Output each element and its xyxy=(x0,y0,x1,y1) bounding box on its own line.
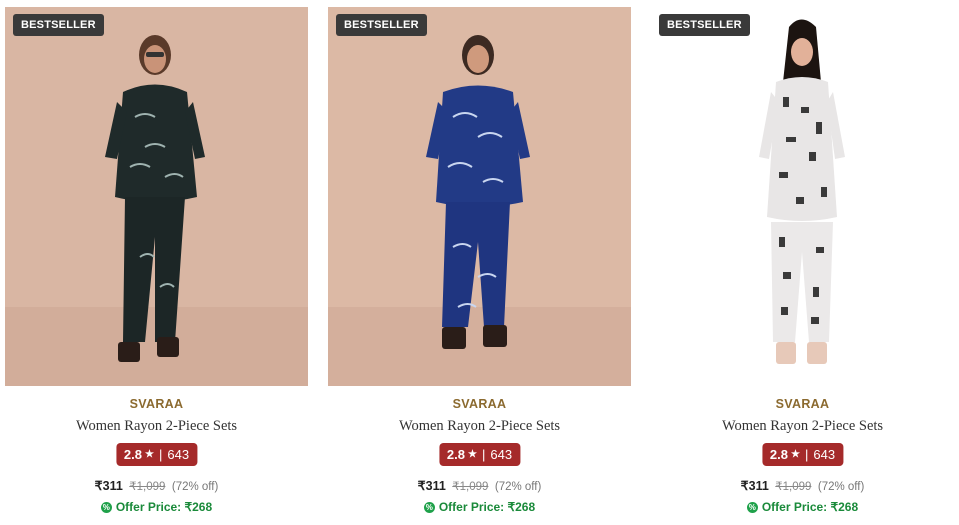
mrp-price: ₹1,099 xyxy=(775,481,812,493)
discount-text: (72% off) xyxy=(494,481,542,493)
discount-percent-icon: % xyxy=(100,501,112,513)
selling-price: ₹311 xyxy=(740,479,769,493)
rating-badge: 2.8 ★ | 643 xyxy=(115,443,198,466)
bestseller-badge: BESTSELLER xyxy=(13,14,104,36)
rating-badge: 2.8 ★ | 643 xyxy=(438,443,521,466)
rating-count: 643 xyxy=(167,447,190,462)
product-title[interactable]: Women Rayon 2-Piece Sets xyxy=(5,418,308,435)
discount-percent-icon: % xyxy=(746,501,758,513)
discount-text: (72% off) xyxy=(171,481,219,493)
offer-price-row: % Offer Price: ₹268 xyxy=(5,500,308,514)
discount-text: (72% off) xyxy=(817,481,865,493)
bestseller-badge: BESTSELLER xyxy=(659,14,750,36)
rating-value: 2.8 xyxy=(123,447,143,462)
product-brand: SVARAA xyxy=(452,397,507,411)
product-grid: BESTSELLER SVARAA Women Rayon 2-Piece Se… xyxy=(0,0,959,525)
bestseller-badge: BESTSELLER xyxy=(336,14,427,36)
rating-count: 643 xyxy=(490,447,513,462)
product-brand: SVARAA xyxy=(129,397,184,411)
selling-price: ₹311 xyxy=(94,479,123,493)
rating-value: 2.8 xyxy=(769,447,789,462)
rating-badge: 2.8 ★ | 643 xyxy=(761,443,844,466)
discount-percent-icon: % xyxy=(423,501,435,513)
product-brand: SVARAA xyxy=(775,397,830,411)
offer-price: Offer Price: ₹268 xyxy=(761,500,859,514)
star-icon: ★ xyxy=(468,449,477,460)
offer-price-row: % Offer Price: ₹268 xyxy=(651,500,954,514)
offer-price: Offer Price: ₹268 xyxy=(115,500,213,514)
product-title[interactable]: Women Rayon 2-Piece Sets xyxy=(328,418,631,435)
price-row: ₹311 ₹1,099 (72% off) xyxy=(651,478,954,493)
product-card[interactable]: BESTSELLER SVARAA Women Rayon 2-Piece Se… xyxy=(328,7,631,522)
offer-price-row: % Offer Price: ₹268 xyxy=(328,500,631,514)
price-row: ₹311 ₹1,099 (72% off) xyxy=(5,478,308,493)
mrp-price: ₹1,099 xyxy=(452,481,489,493)
star-icon: ★ xyxy=(791,449,800,460)
price-row: ₹311 ₹1,099 (72% off) xyxy=(328,478,631,493)
rating-separator: | xyxy=(158,447,163,462)
star-icon: ★ xyxy=(145,449,154,460)
selling-price: ₹311 xyxy=(417,479,446,493)
product-image[interactable]: BESTSELLER xyxy=(328,7,631,386)
rating-separator: | xyxy=(481,447,486,462)
product-image[interactable]: BESTSELLER xyxy=(651,7,954,386)
product-title[interactable]: Women Rayon 2-Piece Sets xyxy=(651,418,954,435)
rating-separator: | xyxy=(804,447,809,462)
rating-count: 643 xyxy=(813,447,836,462)
product-image[interactable]: BESTSELLER xyxy=(5,7,308,386)
rating-value: 2.8 xyxy=(446,447,466,462)
product-card[interactable]: BESTSELLER SVARAA Women Rayon 2-Piece Se… xyxy=(5,7,308,522)
offer-price: Offer Price: ₹268 xyxy=(438,500,536,514)
mrp-price: ₹1,099 xyxy=(129,481,166,493)
product-card[interactable]: BESTSELLER SVARAA Women Rayon 2-Piece Se… xyxy=(651,7,954,522)
